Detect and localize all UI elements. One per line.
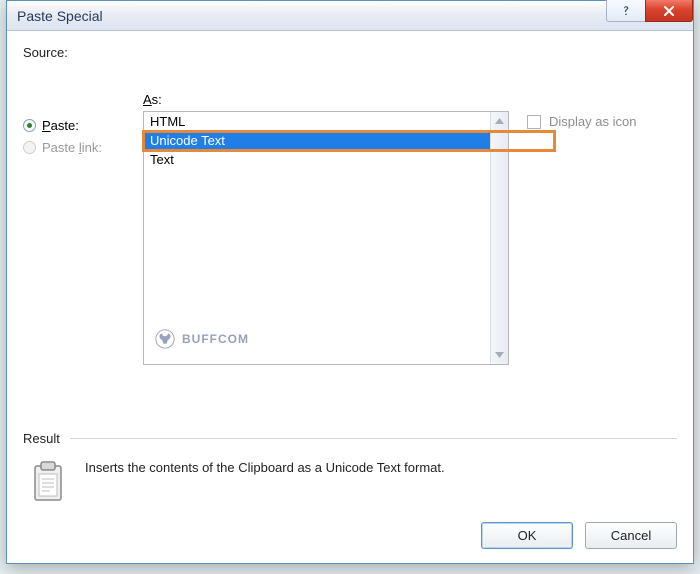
list-item[interactable]: HTML xyxy=(144,112,490,131)
clipboard-icon xyxy=(29,460,67,504)
radio-icon xyxy=(23,141,36,154)
list-item[interactable]: Unicode Text xyxy=(144,131,490,150)
paste-radio-label: Paste: xyxy=(42,118,79,133)
paste-radio[interactable]: Paste: xyxy=(23,114,143,136)
pastelink-radio: Paste link: xyxy=(23,136,143,158)
chevron-down-icon xyxy=(495,352,504,358)
display-as-icon-checkbox: Display as icon xyxy=(527,114,636,129)
watermark: BUFFCOM xyxy=(154,328,249,350)
ok-button[interactable]: OK xyxy=(481,522,573,549)
scrollbar[interactable] xyxy=(490,112,508,364)
as-label: As: xyxy=(143,92,509,107)
result-label: Result xyxy=(23,431,60,446)
titlebar[interactable]: Paste Special xyxy=(7,1,693,31)
divider xyxy=(70,438,677,439)
help-icon xyxy=(619,4,633,18)
buffalo-icon xyxy=(154,328,176,350)
paste-special-dialog: Paste Special Source: Paste: xyxy=(6,0,694,564)
close-icon xyxy=(662,4,676,18)
scroll-up-button[interactable] xyxy=(491,112,508,130)
source-label: Source: xyxy=(23,45,677,60)
list-item[interactable]: Text xyxy=(144,150,490,169)
pastelink-radio-label: Paste link: xyxy=(42,140,102,155)
watermark-text: BUFFCOM xyxy=(182,332,249,346)
close-button[interactable] xyxy=(645,0,693,22)
radio-icon xyxy=(23,119,36,132)
cancel-button[interactable]: Cancel xyxy=(585,522,677,549)
scroll-down-button[interactable] xyxy=(491,346,508,364)
checkbox-icon xyxy=(527,115,541,129)
dialog-title: Paste Special xyxy=(7,8,606,24)
help-button[interactable] xyxy=(606,0,646,22)
result-description: Inserts the contents of the Clipboard as… xyxy=(85,460,445,475)
display-as-icon-label: Display as icon xyxy=(549,114,636,129)
chevron-up-icon xyxy=(495,118,504,124)
format-listbox[interactable]: HTML Unicode Text Text BUFFCOM xyxy=(143,111,509,365)
